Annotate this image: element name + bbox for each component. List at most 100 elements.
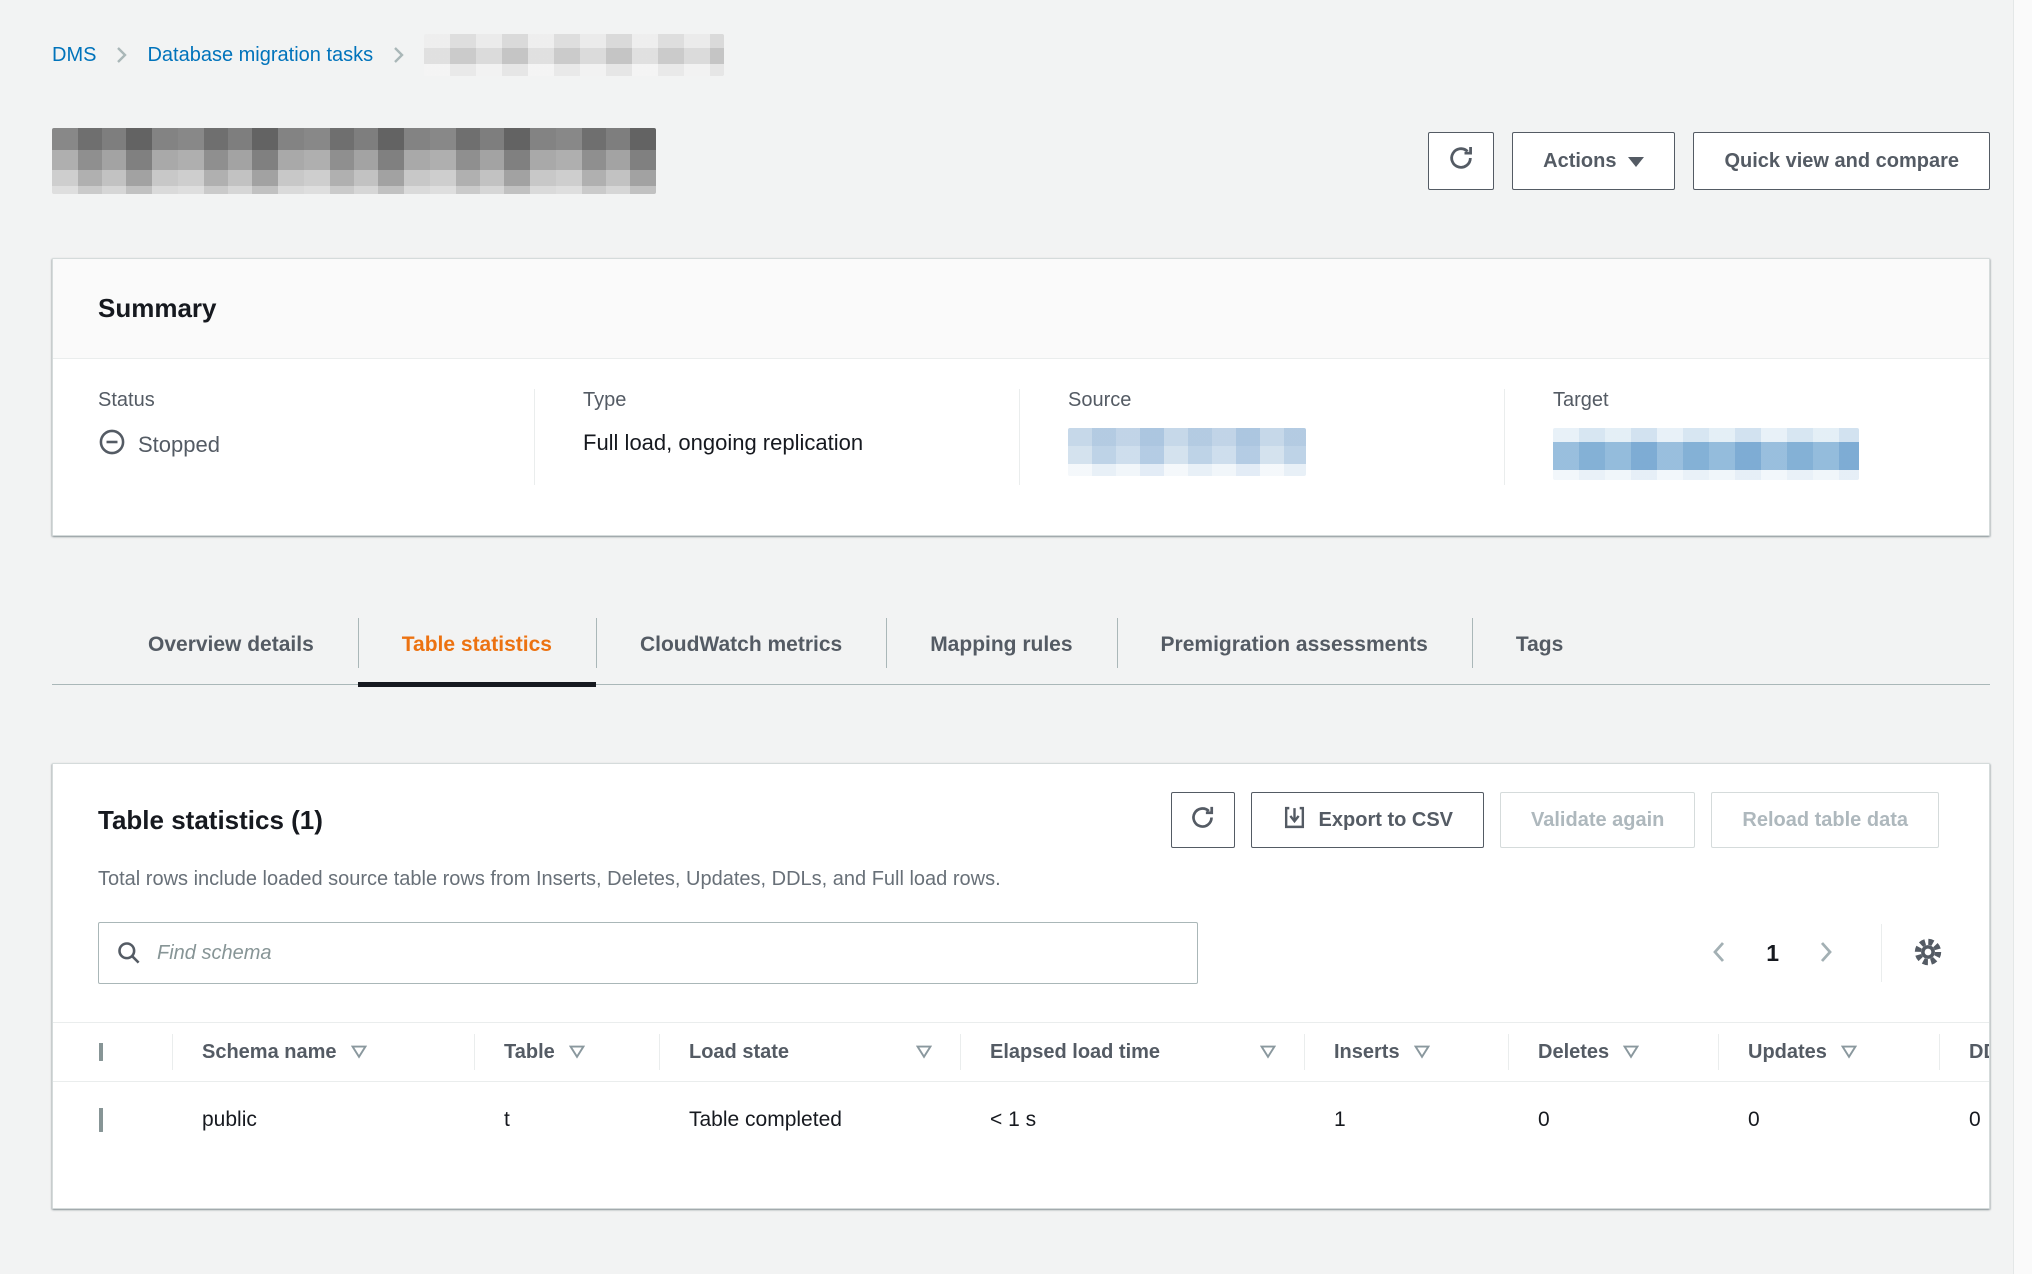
column-header-schema-name[interactable]: Schema name [172,1023,474,1081]
tab-table-statistics[interactable]: Table statistics [358,606,596,684]
tab-mapping-rules[interactable]: Mapping rules [886,606,1116,684]
table-statistics-title: Table statistics (1) [98,805,323,836]
table-header-row: Schema name Table Load state Elapsed loa… [53,1023,1989,1082]
sort-icon[interactable] [1414,1045,1430,1059]
column-label: Table [504,1041,555,1064]
source-label: Source [1068,389,1456,412]
summary-col-type: Type Full load, ongoing replication [534,389,1019,485]
type-value: Full load, ongoing replication [583,428,971,458]
header-actions: Actions Quick view and compare [1428,132,1990,190]
status-value: Stopped [98,428,486,462]
status-label: Status [98,389,486,412]
column-label: Deletes [1538,1041,1609,1064]
sort-icon[interactable] [1260,1045,1276,1059]
column-label: Elapsed load time [990,1041,1160,1064]
column-header-deletes[interactable]: Deletes [1508,1023,1718,1081]
table-statistics-card: Table statistics (1) Export to CSV Valid… [52,763,1990,1209]
export-to-csv-label: Export to CSV [1319,809,1453,832]
export-to-csv-button[interactable]: Export to CSV [1251,792,1484,848]
tab-overview-details[interactable]: Overview details [104,606,358,684]
column-label: Load state [689,1041,789,1064]
table-filter-row: 1 [98,922,1944,984]
tab-premigration-assessments[interactable]: Premigration assessments [1117,606,1472,684]
status-text: Stopped [138,432,220,458]
breadcrumb-chevron-icon [114,44,129,66]
status-stopped-icon [98,428,126,462]
target-label: Target [1553,389,1941,412]
summary-card-header: Summary [53,259,1989,359]
refresh-button[interactable] [1428,132,1494,190]
task-detail-tabs: Overview details Table statistics CloudW… [52,606,1990,685]
column-label: Schema name [202,1041,337,1064]
download-icon [1282,805,1307,836]
reload-table-data-button[interactable]: Reload table data [1711,792,1939,848]
cell-load-state: Table completed [659,1108,960,1132]
header-checkbox-cell [53,1043,172,1061]
column-header-load-state[interactable]: Load state [659,1023,960,1081]
refresh-icon [1189,804,1216,837]
chevron-down-icon [1628,157,1644,167]
cell-table: t [474,1108,659,1132]
breadcrumb-chevron-icon [391,44,406,66]
previous-page-button[interactable] [1700,937,1738,970]
cell-inserts: 1 [1304,1108,1508,1132]
sort-icon[interactable] [351,1045,367,1059]
cell-elapsed-load-time: < 1 s [960,1108,1304,1132]
summary-title: Summary [98,293,1944,324]
pagination: 1 [1700,924,1944,982]
table-statistics-header: Table statistics (1) Export to CSV Valid… [53,792,1989,848]
column-header-table[interactable]: Table [474,1023,659,1081]
column-header-inserts[interactable]: Inserts [1304,1023,1508,1081]
cell-deletes: 0 [1508,1108,1718,1132]
sort-icon[interactable] [916,1045,932,1059]
column-label: DDLs [1969,1041,1990,1064]
breadcrumb-link-dms[interactable]: DMS [52,44,96,67]
select-all-checkbox[interactable] [99,1043,103,1061]
breadcrumb-link-tasks[interactable]: Database migration tasks [147,44,373,67]
task-name-redacted [52,128,656,194]
table-refresh-button[interactable] [1171,792,1235,848]
chevron-right-icon [1815,937,1837,970]
source-endpoint-redacted[interactable] [1068,428,1306,476]
page-header: Actions Quick view and compare [52,128,1990,194]
column-header-updates[interactable]: Updates [1718,1023,1939,1081]
quick-view-compare-label: Quick view and compare [1724,150,1959,173]
refresh-icon [1447,144,1475,178]
reload-table-data-label: Reload table data [1742,809,1908,832]
dms-task-page: DMS Database migration tasks Actions Qui… [0,0,2032,1209]
summary-card: Summary Status Stopped Type Full load, o… [52,258,1990,536]
search-icon [115,939,142,971]
type-label: Type [583,389,971,412]
tab-tags[interactable]: Tags [1472,606,1607,684]
preferences-button[interactable] [1912,936,1944,971]
tab-cloudwatch-metrics[interactable]: CloudWatch metrics [596,606,886,684]
sort-icon[interactable] [1841,1045,1857,1059]
actions-button[interactable]: Actions [1512,132,1675,190]
gear-icon [1912,936,1944,971]
column-header-ddls[interactable]: DDLs [1939,1023,1990,1081]
sort-icon[interactable] [1623,1045,1639,1059]
summary-col-status: Status Stopped [53,389,534,485]
quick-view-compare-button[interactable]: Quick view and compare [1693,132,1990,190]
table-statistics-table: Schema name Table Load state Elapsed loa… [53,1022,1989,1186]
row-checkbox[interactable] [99,1108,103,1132]
schema-search [98,922,1198,984]
validate-again-button[interactable]: Validate again [1500,792,1695,848]
target-endpoint-redacted[interactable] [1553,428,1859,480]
table-statistics-buttons: Export to CSV Validate again Reload tabl… [1171,792,1939,848]
column-label: Updates [1748,1041,1827,1064]
summary-col-source: Source [1019,389,1504,485]
cell-schema-name: public [172,1108,474,1132]
column-header-elapsed-load-time[interactable]: Elapsed load time [960,1023,1304,1081]
next-page-button[interactable] [1807,937,1845,970]
table-row[interactable]: public t Table completed < 1 s 1 0 0 0 [53,1082,1989,1186]
actions-button-label: Actions [1543,150,1616,173]
cell-updates: 0 [1718,1108,1939,1132]
breadcrumb: DMS Database migration tasks [52,34,1990,76]
summary-col-target: Target [1504,389,1989,485]
sort-icon[interactable] [569,1045,585,1059]
summary-grid: Status Stopped Type Full load, ongoing r… [53,359,1989,535]
table-statistics-description: Total rows include loaded source table r… [98,866,1944,892]
chevron-left-icon [1708,937,1730,970]
find-schema-input[interactable] [98,922,1198,984]
